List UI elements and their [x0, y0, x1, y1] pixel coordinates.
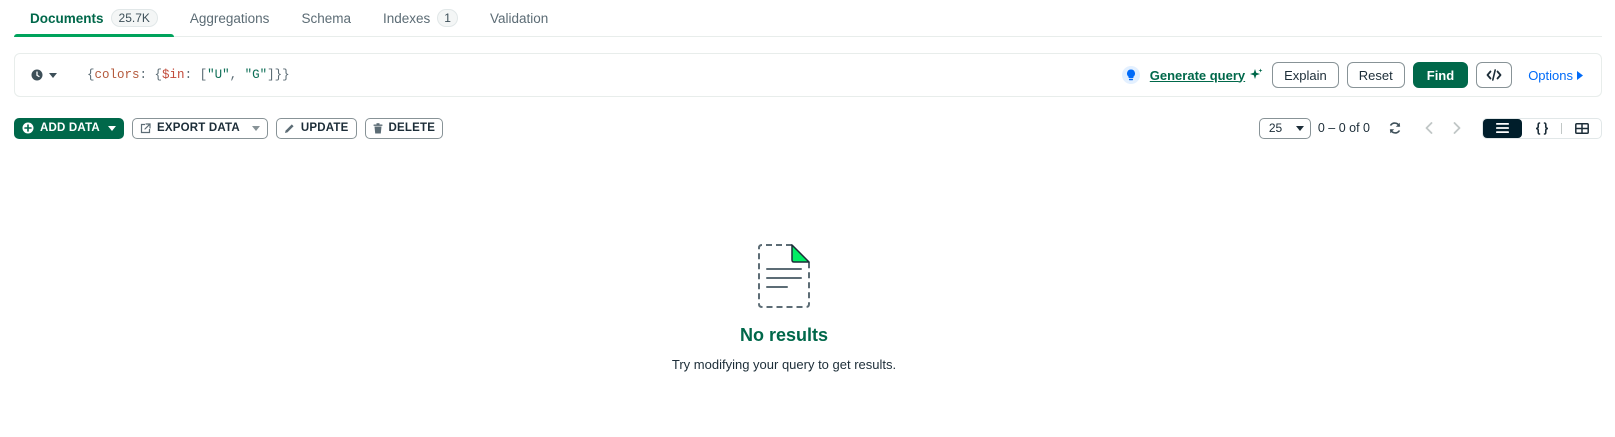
- pagination-controls: 25 0 – 0 of 0: [1258, 117, 1602, 139]
- caret-right-icon: [1577, 70, 1583, 80]
- tab-schema[interactable]: Schema: [285, 0, 367, 36]
- find-button[interactable]: Find: [1412, 62, 1469, 88]
- query-value: "U": [207, 68, 230, 82]
- page-size-select[interactable]: 25: [1258, 117, 1311, 139]
- refresh-button[interactable]: [1384, 117, 1406, 139]
- empty-document-icon: [758, 244, 810, 308]
- update-label: UPDATE: [300, 122, 349, 134]
- options-toggle[interactable]: Options: [1528, 68, 1583, 83]
- tab-documents[interactable]: Documents 25.7K: [14, 0, 174, 37]
- tab-aggregations[interactable]: Aggregations: [174, 0, 286, 36]
- next-page-button[interactable]: [1446, 117, 1468, 139]
- menu-icon: [1496, 123, 1509, 133]
- query-punct: ,: [229, 68, 245, 82]
- empty-state-title: No results: [739, 325, 829, 345]
- export-to-language-button[interactable]: [1476, 62, 1513, 88]
- add-data-label: ADD DATA: [40, 122, 100, 134]
- chevron-right-icon: [1453, 122, 1461, 134]
- caret-down-icon: [1295, 125, 1304, 131]
- query-bar-actions: Generate query Explain Reset Find Option…: [1121, 54, 1601, 96]
- query-brace-open: {: [87, 68, 95, 82]
- query-bar: {colors: {$in: ["U", "G"]}} Generate que…: [14, 53, 1602, 97]
- clock-icon: [31, 69, 43, 81]
- lightbulb-icon[interactable]: [1121, 66, 1140, 84]
- page-size-value: 25: [1268, 121, 1283, 135]
- refresh-icon: [1389, 122, 1401, 134]
- add-data-button[interactable]: ADD DATA: [14, 117, 124, 139]
- tab-aggregations-label: Aggregations: [189, 10, 270, 26]
- tab-schema-label: Schema: [301, 10, 351, 26]
- query-punct: : [: [184, 68, 208, 82]
- json-view-button[interactable]: [1522, 119, 1561, 138]
- delete-button[interactable]: DELETE: [364, 117, 444, 139]
- caret-down-icon: [107, 125, 116, 131]
- sparkle-icon: [1249, 68, 1263, 82]
- tab-indexes-label: Indexes: [382, 10, 431, 26]
- options-label: Options: [1528, 67, 1573, 83]
- generate-query-link[interactable]: Generate query: [1150, 68, 1245, 83]
- delete-label: DELETE: [388, 122, 436, 134]
- code-icon: [1486, 69, 1502, 81]
- query-value: "G": [244, 68, 268, 82]
- tab-documents-label: Documents: [30, 10, 104, 26]
- export-data-label: EXPORT DATA: [156, 122, 240, 134]
- view-mode-toggle: [1482, 117, 1602, 139]
- reset-button[interactable]: Reset: [1346, 62, 1405, 88]
- caret-down-icon: [251, 125, 260, 131]
- export-icon: [140, 122, 151, 133]
- previous-page-button[interactable]: [1418, 117, 1440, 139]
- indexes-count-badge: 1: [437, 9, 458, 27]
- empty-state: No results Try modifying your query to g…: [0, 243, 1568, 372]
- explain-button[interactable]: Explain: [1272, 62, 1339, 88]
- pencil-icon: [284, 123, 294, 133]
- documents-count-badge: 25.7K: [110, 9, 158, 27]
- plus-circle-icon: [22, 122, 34, 134]
- trash-icon: [373, 122, 383, 133]
- tab-indexes[interactable]: Indexes 1: [367, 0, 474, 36]
- query-operator: $in: [162, 68, 185, 82]
- curly-braces-icon: [1535, 121, 1548, 135]
- table-icon: [1574, 122, 1589, 134]
- caret-down-icon: [49, 72, 57, 78]
- empty-state-subtitle: Try modifying your query to get results.: [671, 357, 897, 372]
- update-button[interactable]: UPDATE: [275, 117, 357, 139]
- filter-input[interactable]: {colors: {$in: ["U", "G"]}}: [87, 68, 290, 82]
- query-brace-close: ]}}: [267, 68, 290, 82]
- tab-validation-label: Validation: [489, 10, 549, 26]
- chevron-left-icon: [1425, 122, 1433, 134]
- table-view-button[interactable]: [1562, 119, 1601, 138]
- collection-tabs: Documents 25.7K Aggregations Schema Inde…: [14, 0, 1602, 37]
- query-field-key: colors: [94, 68, 140, 82]
- query-punct: : {: [139, 68, 163, 82]
- query-history-button[interactable]: [31, 69, 57, 81]
- documents-toolbar: ADD DATA EXPORT DATA UPDATE DELETE 25 0 …: [14, 117, 1602, 139]
- export-data-button[interactable]: EXPORT DATA: [131, 117, 268, 139]
- list-view-button[interactable]: [1483, 118, 1522, 138]
- tab-validation[interactable]: Validation: [474, 0, 564, 36]
- pagination-range: 0 – 0 of 0: [1317, 121, 1370, 135]
